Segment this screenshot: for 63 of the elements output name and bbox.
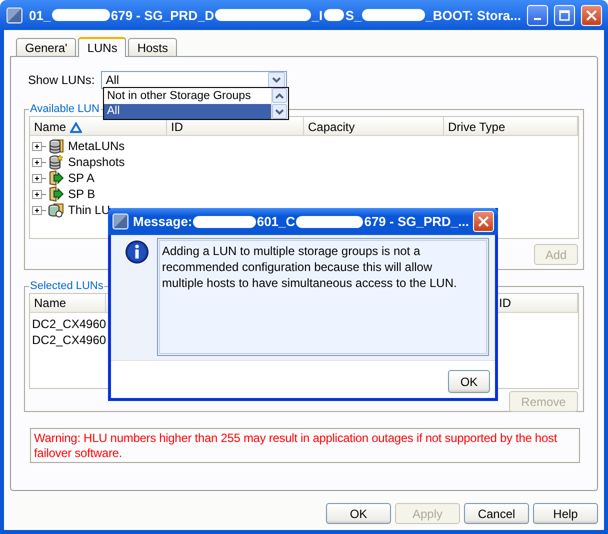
arrow-icon — [48, 186, 64, 202]
tree-item[interactable]: SP A — [66, 171, 94, 185]
title-text: _I — [312, 8, 323, 22]
title-text: _BOOT: Stora... — [426, 8, 521, 22]
tree-item[interactable]: Snapshots — [66, 155, 125, 169]
redaction-mark — [296, 216, 364, 228]
redaction-mark — [52, 9, 110, 21]
redaction-mark — [362, 9, 425, 21]
dropdown-option[interactable]: Not in other Storage Groups — [104, 88, 271, 104]
title-text: 679 - SG_PRD_D — [110, 8, 214, 22]
maximize-icon — [559, 10, 570, 20]
title-text: 679 - SG_PRD_... — [364, 214, 469, 229]
field-label: Show LUNs: — [28, 73, 95, 87]
close-icon — [478, 216, 489, 227]
tree-item[interactable]: SP B — [66, 187, 96, 201]
column-title: Name — [34, 121, 66, 133]
expand-icon[interactable] — [32, 190, 46, 198]
maximize-button[interactable] — [554, 4, 575, 26]
title-text: Message: — [133, 214, 192, 229]
title-text: 601_C — [256, 214, 296, 229]
expand-icon[interactable] — [32, 142, 46, 150]
dropdown-option[interactable]: All — [104, 104, 271, 119]
caret-icon — [272, 77, 281, 83]
dialog-button[interactable]: OK — [326, 503, 391, 524]
database-icon — [48, 202, 64, 218]
app-icon — [112, 213, 129, 230]
column-header[interactable]: Capacity — [304, 117, 444, 135]
close-button[interactable] — [473, 211, 494, 232]
tab[interactable]: LUNs — [78, 37, 126, 57]
column-header[interactable]: Name — [30, 294, 106, 312]
table-cell-text: DC2_CX4960 — [31, 332, 108, 348]
title-text: 01_ — [29, 8, 51, 22]
minimize-button[interactable] — [527, 4, 548, 26]
warning-message: Warning: HLU numbers higher than 255 may result in application outages if not supported by the host failover software. — [30, 428, 580, 463]
tree-item[interactable]: MetaLUNs — [66, 139, 125, 153]
tab[interactable]: Genera' — [16, 38, 76, 56]
database-star-icon — [48, 154, 64, 170]
expand-icon[interactable] — [32, 158, 46, 166]
app-icon — [6, 6, 23, 24]
table-cell-text: DC2_CX4960 — [31, 316, 108, 332]
scroll-down-icon[interactable] — [275, 108, 284, 114]
database-icon — [48, 138, 64, 154]
minimize-icon — [534, 18, 541, 20]
ok-button[interactable]: OK — [448, 370, 490, 393]
sort-icon[interactable] — [70, 122, 82, 133]
redaction-mark — [193, 216, 256, 228]
expand-icon[interactable] — [32, 206, 46, 214]
close-icon — [586, 10, 597, 20]
scrollbar[interactable] — [271, 88, 288, 119]
expand-icon[interactable] — [32, 174, 46, 182]
scroll-up-icon[interactable] — [275, 92, 284, 98]
group-title: Available LUN — [29, 103, 101, 115]
message-text: Adding a LUN to multiple storage groups is not a recommended configuration because this will allow multiple hosts to have simultaneous access to the LUN. — [157, 238, 489, 356]
tab[interactable]: Hosts — [128, 38, 178, 56]
dialog-button[interactable]: Cancel — [464, 503, 529, 524]
dialog-button[interactable]: Help — [533, 503, 598, 524]
column-header[interactable]: Drive Type — [444, 117, 578, 135]
title-text: S_ — [345, 8, 362, 22]
info-icon — [125, 240, 149, 264]
close-button[interactable] — [581, 4, 602, 26]
group-title: Selected LUNs — [29, 280, 104, 292]
arrow-icon — [48, 170, 64, 186]
redaction-mark — [324, 9, 344, 21]
